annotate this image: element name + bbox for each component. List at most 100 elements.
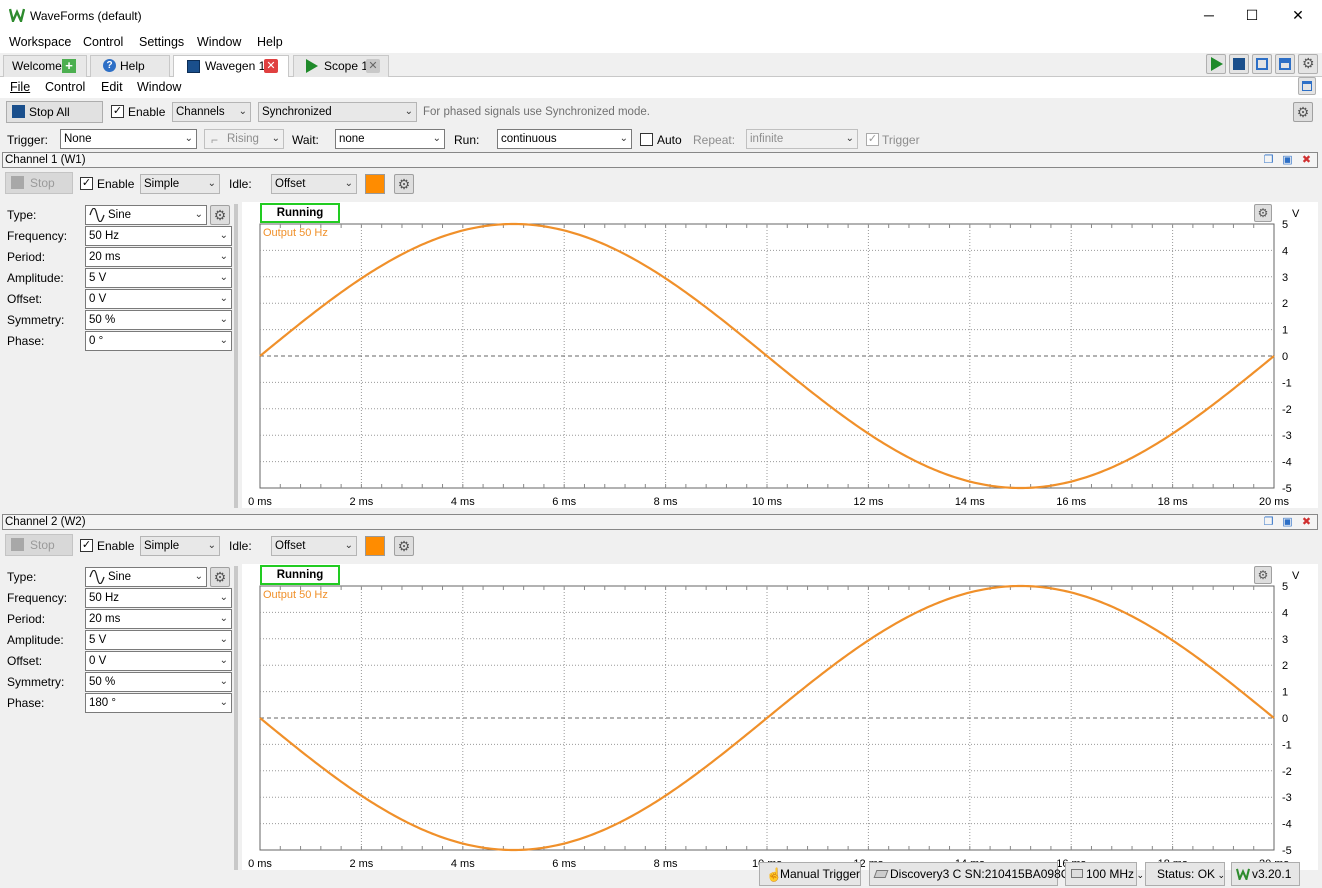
channel-mode-select[interactable]: Simple ⌄ <box>140 536 220 556</box>
channels-select[interactable]: Channels ⌄ <box>172 102 251 122</box>
dock-icon[interactable] <box>1298 77 1316 95</box>
param-input[interactable]: Sine ⌄ <box>85 567 207 587</box>
restore-panel-icon[interactable]: ❐ <box>1262 516 1275 528</box>
param-label: Symmetry: <box>7 313 65 327</box>
menu-help[interactable]: Help <box>257 35 283 49</box>
idle-select[interactable]: Offset ⌄ <box>271 536 357 556</box>
device-indicator[interactable]: Discovery3 C SN:210415BA098C <box>869 862 1069 886</box>
param-input[interactable]: 0 V ⌄ <box>85 289 232 309</box>
tile-icon[interactable] <box>1275 54 1295 74</box>
y-tick-label: 5 <box>1282 581 1288 593</box>
cascade-icon[interactable] <box>1252 54 1272 74</box>
menu-edit[interactable]: Edit <box>101 80 123 94</box>
param-value: 5 V <box>89 634 107 646</box>
param-label: Offset: <box>7 292 43 306</box>
channel-settings-icon[interactable]: ⚙ <box>394 174 414 194</box>
splitter[interactable] <box>234 566 238 870</box>
clock-select[interactable]: 100 MHz ⌄ <box>1065 862 1144 886</box>
stop-all-icon[interactable] <box>1229 54 1249 74</box>
idle-label: Idle: <box>229 177 252 191</box>
repeat-select[interactable]: infinite ⌄ <box>746 129 858 149</box>
wait-select[interactable]: none ⌄ <box>335 129 445 149</box>
param-input[interactable]: 0 ° ⌄ <box>85 331 232 351</box>
trigger-select[interactable]: None ⌄ <box>60 129 197 149</box>
toolbar-settings-icon[interactable]: ⚙ <box>1293 102 1313 122</box>
channel-stop-button[interactable]: Stop <box>5 534 73 556</box>
y-tick-label: -2 <box>1282 766 1292 778</box>
param-input[interactable]: 5 V ⌄ <box>85 630 232 650</box>
auto-label: Auto <box>657 133 682 147</box>
menu-control[interactable]: Control <box>83 35 123 49</box>
type-settings-icon[interactable]: ⚙ <box>210 205 230 225</box>
param-input[interactable]: 50 % ⌄ <box>85 672 232 692</box>
enable-checkbox[interactable]: ✓ <box>111 105 124 118</box>
param-input[interactable]: 20 ms ⌄ <box>85 247 232 267</box>
plot-settings-icon[interactable]: ⚙ <box>1254 204 1272 222</box>
param-value: 0 ° <box>89 335 104 347</box>
minimize-button[interactable]: ─ <box>1186 0 1232 31</box>
close-panel-icon[interactable]: ✖ <box>1300 154 1313 166</box>
menu-workspace[interactable]: Workspace <box>9 35 71 49</box>
y-tick-label: -1 <box>1282 739 1292 751</box>
channel-enable-checkbox[interactable]: ✓ <box>80 539 93 552</box>
y-tick-label: 5 <box>1282 219 1288 231</box>
channel-settings-icon[interactable]: ⚙ <box>394 536 414 556</box>
close-panel-icon[interactable]: ✖ <box>1300 516 1313 528</box>
param-input[interactable]: 50 % ⌄ <box>85 310 232 330</box>
waveform-chart: 0 ms 2 ms 4 ms 6 ms 8 ms 10 ms 12 ms 14 ms 16 ms… <box>248 219 1292 508</box>
channel-header: Channel 2 (W2) ❐ ▣ ✖ <box>2 514 1318 530</box>
manual-trigger-button[interactable]: ☝ Manual Trigger <box>759 862 861 886</box>
menu-settings[interactable]: Settings <box>139 35 184 49</box>
param-input[interactable]: 20 ms ⌄ <box>85 609 232 629</box>
maximize-button[interactable]: ☐ <box>1229 0 1275 31</box>
menu-window[interactable]: Window <box>197 35 241 49</box>
add-icon[interactable]: + <box>62 59 76 73</box>
stop-all-button[interactable]: Stop All <box>6 101 103 123</box>
channel-mode-select[interactable]: Simple ⌄ <box>140 174 220 194</box>
x-tick-label: 18 ms <box>1158 496 1188 508</box>
x-tick-label: 12 ms <box>853 496 883 508</box>
type-settings-icon[interactable]: ⚙ <box>210 567 230 587</box>
color-swatch[interactable] <box>365 174 385 194</box>
tab-welcome[interactable]: Welcome + <box>3 55 87 77</box>
run-all-icon[interactable] <box>1206 54 1226 74</box>
tab-help[interactable]: ? Help <box>90 55 170 77</box>
param-input[interactable]: 5 V ⌄ <box>85 268 232 288</box>
maximize-panel-icon[interactable]: ▣ <box>1281 154 1294 166</box>
idle-select[interactable]: Offset ⌄ <box>271 174 357 194</box>
restore-panel-icon[interactable]: ❐ <box>1262 154 1275 166</box>
version-indicator[interactable]: v3.20.1 <box>1231 862 1300 886</box>
settings-gear-icon[interactable]: ⚙ <box>1298 54 1318 74</box>
menu-file[interactable]: File <box>10 80 30 94</box>
channel-enable-checkbox[interactable]: ✓ <box>80 177 93 190</box>
tab-scope[interactable]: Scope 1 ✕ <box>293 55 389 77</box>
x-tick-label: 14 ms <box>955 496 985 508</box>
param-input[interactable]: 50 Hz ⌄ <box>85 588 232 608</box>
mode-value: Synchronized <box>262 106 332 118</box>
run-select[interactable]: continuous ⌄ <box>497 129 632 149</box>
trigger-checkbox[interactable]: ✓ <box>866 133 879 146</box>
tab-wavegen[interactable]: Wavegen 1 ✕ <box>173 55 289 78</box>
status-indicator[interactable]: Status: OK ⌄ <box>1145 862 1225 886</box>
menu-window[interactable]: Window <box>137 80 181 94</box>
param-label: Amplitude: <box>7 633 64 647</box>
plot-settings-icon[interactable]: ⚙ <box>1254 566 1272 584</box>
param-input[interactable]: 50 Hz ⌄ <box>85 226 232 246</box>
close-button[interactable]: ✕ <box>1275 0 1321 31</box>
channel-mode-value: Simple <box>144 540 180 552</box>
channel-enable-label: Enable <box>97 177 135 191</box>
mode-select[interactable]: Synchronized ⌄ <box>258 102 417 122</box>
close-tab-icon[interactable]: ✕ <box>366 59 380 73</box>
window-title: WaveForms (default) <box>30 9 142 23</box>
param-input[interactable]: 0 V ⌄ <box>85 651 232 671</box>
splitter[interactable] <box>234 204 238 508</box>
auto-checkbox[interactable] <box>640 133 653 146</box>
close-tab-icon[interactable]: ✕ <box>264 59 278 73</box>
maximize-panel-icon[interactable]: ▣ <box>1281 516 1294 528</box>
param-input[interactable]: 180 ° ⌄ <box>85 693 232 713</box>
edge-select[interactable]: ⌐ Rising ⌄ <box>204 129 284 149</box>
color-swatch[interactable] <box>365 536 385 556</box>
channel-stop-button[interactable]: Stop <box>5 172 73 194</box>
menu-control[interactable]: Control <box>45 80 85 94</box>
param-input[interactable]: Sine ⌄ <box>85 205 207 225</box>
